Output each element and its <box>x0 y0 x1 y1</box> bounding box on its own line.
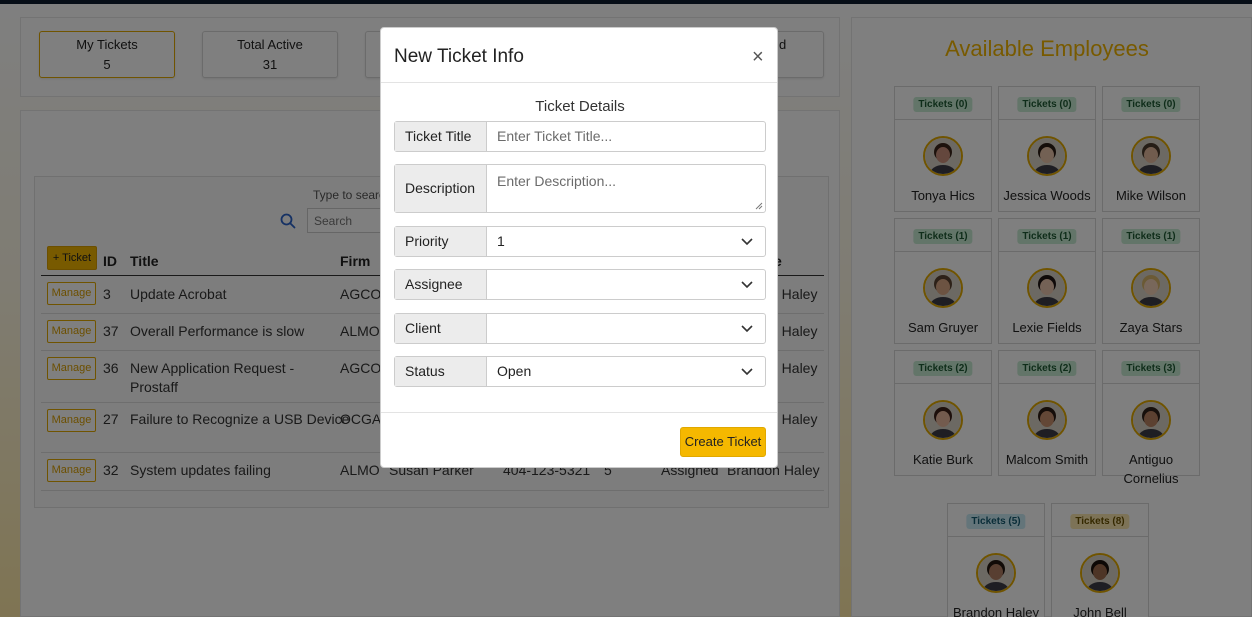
client-group: Client <box>394 313 766 344</box>
create-ticket-button[interactable]: Create Ticket <box>680 427 766 457</box>
assignee-group: Assignee <box>394 269 766 300</box>
chevron-down-icon <box>741 368 753 376</box>
description-textarea[interactable]: Enter Description... <box>487 165 765 212</box>
description-group: Description Enter Description... <box>394 164 766 213</box>
chevron-down-icon <box>741 281 753 289</box>
priority-label: Priority <box>395 227 487 256</box>
chevron-down-icon <box>741 325 753 333</box>
status-select[interactable]: Open <box>487 357 765 386</box>
divider <box>381 82 777 83</box>
description-label: Description <box>395 165 487 212</box>
ticket-title-label: Ticket Title <box>395 122 487 151</box>
chevron-down-icon <box>741 238 753 246</box>
status-group: Status Open <box>394 356 766 387</box>
client-select[interactable] <box>487 314 765 343</box>
status-label: Status <box>395 357 487 386</box>
modal-title: New Ticket Info <box>394 46 524 67</box>
ticket-title-group: Ticket Title Enter Ticket Title... <box>394 121 766 152</box>
ticket-title-input[interactable]: Enter Ticket Title... <box>487 122 765 151</box>
priority-group: Priority 1 <box>394 226 766 257</box>
client-label: Client <box>395 314 487 343</box>
close-icon[interactable]: × <box>752 46 764 69</box>
divider <box>381 412 777 413</box>
resize-handle-icon[interactable] <box>755 202 763 210</box>
section-title: Ticket Details <box>535 98 625 115</box>
assignee-select[interactable] <box>487 270 765 299</box>
new-ticket-modal: New Ticket Info × Ticket Details Ticket … <box>380 27 778 468</box>
priority-select[interactable]: 1 <box>487 227 765 256</box>
assignee-label: Assignee <box>395 270 487 299</box>
